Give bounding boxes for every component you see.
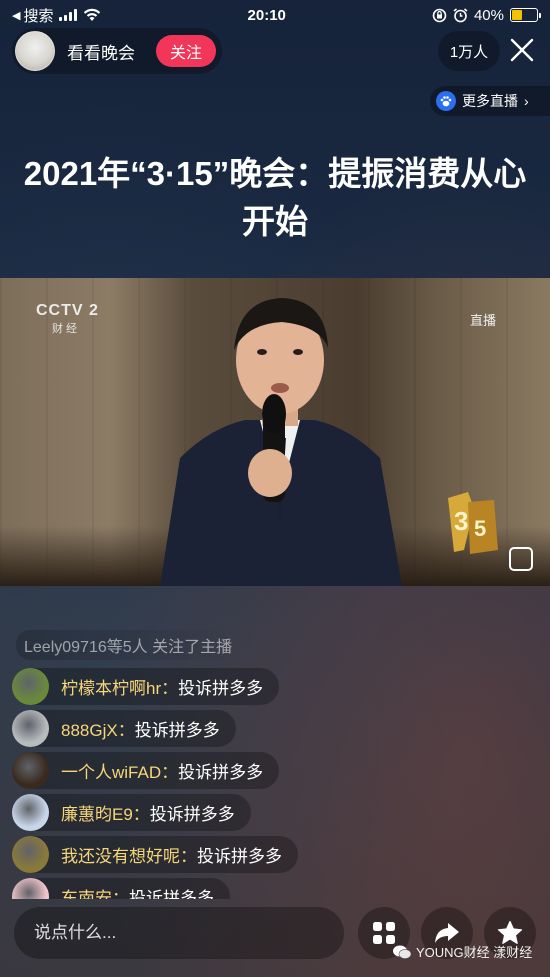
- chat-avatar[interactable]: [12, 836, 49, 873]
- channel-sub: 财 经: [52, 323, 78, 335]
- wechat-icon: [393, 945, 412, 959]
- svg-text:3: 3: [454, 506, 468, 536]
- chat-message-text: 投诉拼多多: [149, 805, 235, 824]
- status-bar: ◀ 搜索 20:10 40%: [0, 0, 550, 30]
- stream-title: 2021年“3·15”晚会：提振消费从心开始: [23, 155, 527, 240]
- chat-message-text: 投诉拼多多: [129, 889, 214, 899]
- chat-avatar[interactable]: [12, 710, 49, 747]
- triangle-left-icon: ◀: [12, 9, 21, 22]
- alarm-icon: [453, 7, 468, 22]
- chat-text: 东南安：投诉拼多多: [61, 884, 214, 899]
- wifi-icon: [84, 8, 101, 21]
- status-time: 20:10: [247, 6, 286, 24]
- fullscreen-icon[interactable]: [509, 547, 533, 571]
- presenter-figure: [160, 298, 402, 586]
- chat-message-text: 投诉拼多多: [134, 721, 220, 740]
- chat-row: 888GjX：投诉拼多多: [12, 710, 412, 752]
- battery-fill: [511, 10, 522, 20]
- chat-text: 柠檬本柠啊hr：投诉拼多多: [61, 674, 263, 699]
- 315-logo-icon: 3 5: [448, 492, 498, 554]
- back-to-search[interactable]: ◀ 搜索: [12, 5, 53, 26]
- more-live-button[interactable]: 更多直播 ›: [430, 86, 550, 116]
- follow-notice: Leely09716等5人 关注了主播: [16, 630, 241, 660]
- svg-text:5: 5: [474, 516, 486, 541]
- host-name[interactable]: 看看晚会: [67, 39, 135, 64]
- chat-message-text: 投诉拼多多: [178, 763, 264, 782]
- chat-row: 我还没有想好呢：投诉拼多多: [12, 836, 412, 878]
- rotation-lock-icon: [432, 8, 447, 22]
- chat-text: 廉蕙昀E9：投诉拼多多: [61, 800, 235, 825]
- follow-button[interactable]: 关注: [155, 35, 216, 67]
- chat-avatar[interactable]: [12, 752, 49, 789]
- chevron-right-icon: ›: [524, 93, 529, 109]
- bottom-bar: [0, 902, 550, 977]
- chat-list[interactable]: 柠檬本柠啊hr：投诉拼多多 888GjX：投诉拼多多 一个人wiFAD：投诉拼多多廉…: [12, 668, 412, 899]
- channel-logo: CCTV 2: [36, 302, 99, 319]
- back-label: 搜索: [23, 7, 54, 25]
- status-left: ◀ 搜索: [12, 5, 101, 26]
- chat-message[interactable]: 一个人wiFAD：投诉拼多多: [12, 752, 280, 789]
- chat-text: 888GjX：投诉拼多多: [61, 716, 220, 741]
- video-player[interactable]: CCTV 2 财 经 直播 3 5: [0, 278, 550, 586]
- chat-row: 廉蕙昀E9：投诉拼多多: [12, 794, 412, 836]
- chat-row: 东南安：投诉拼多多: [12, 878, 412, 899]
- baidu-paw-icon: [436, 91, 456, 111]
- chat-message[interactable]: 888GjX：投诉拼多多: [12, 710, 236, 747]
- chat-username[interactable]: 一个人wiFAD：: [61, 763, 178, 782]
- chat-message[interactable]: 廉蕙昀E9：投诉拼多多: [12, 794, 251, 831]
- viewer-count[interactable]: 1万人: [438, 31, 500, 71]
- chat-username[interactable]: 888GjX：: [61, 721, 135, 740]
- status-right: 40%: [432, 6, 541, 24]
- chat-text: 一个人wiFAD：投诉拼多多: [61, 758, 263, 783]
- chat-message-text: 投诉拼多多: [197, 847, 282, 866]
- chat-avatar[interactable]: [12, 794, 49, 831]
- battery-icon: [509, 8, 541, 22]
- chat-username[interactable]: 东南安：: [61, 889, 129, 899]
- chat-username[interactable]: 柠檬本柠啊hr：: [61, 679, 178, 698]
- close-icon[interactable]: [508, 36, 536, 64]
- signal-icon: [59, 9, 78, 21]
- chat-avatar[interactable]: [12, 668, 49, 705]
- chat-message[interactable]: 东南安：投诉拼多多: [12, 878, 230, 899]
- comment-input[interactable]: [14, 907, 344, 959]
- chat-row: 一个人wiFAD：投诉拼多多: [12, 752, 412, 794]
- chat-message[interactable]: 我还没有想好呢：投诉拼多多: [12, 836, 298, 873]
- more-live-label: 更多直播: [462, 93, 518, 109]
- host-card[interactable]: 看看晚会 关注: [12, 28, 222, 74]
- chat-username[interactable]: 我还没有想好呢：: [61, 847, 197, 866]
- chat-username[interactable]: 廉蕙昀E9：: [61, 805, 150, 824]
- live-tag: 直播: [469, 313, 496, 328]
- battery-percent: 40%: [473, 6, 504, 24]
- chat-row: 柠檬本柠啊hr：投诉拼多多: [12, 668, 412, 710]
- chat-avatar[interactable]: [12, 878, 49, 899]
- chat-message-text: 投诉拼多多: [178, 679, 264, 698]
- watermark: YOUNG财经 漾财经: [392, 942, 532, 961]
- host-avatar[interactable]: [15, 31, 55, 71]
- chat-message[interactable]: 柠檬本柠啊hr：投诉拼多多: [12, 668, 280, 705]
- chat-text: 我还没有想好呢：投诉拼多多: [61, 842, 282, 867]
- watermark-text: YOUNG财经 漾财经: [416, 945, 533, 960]
